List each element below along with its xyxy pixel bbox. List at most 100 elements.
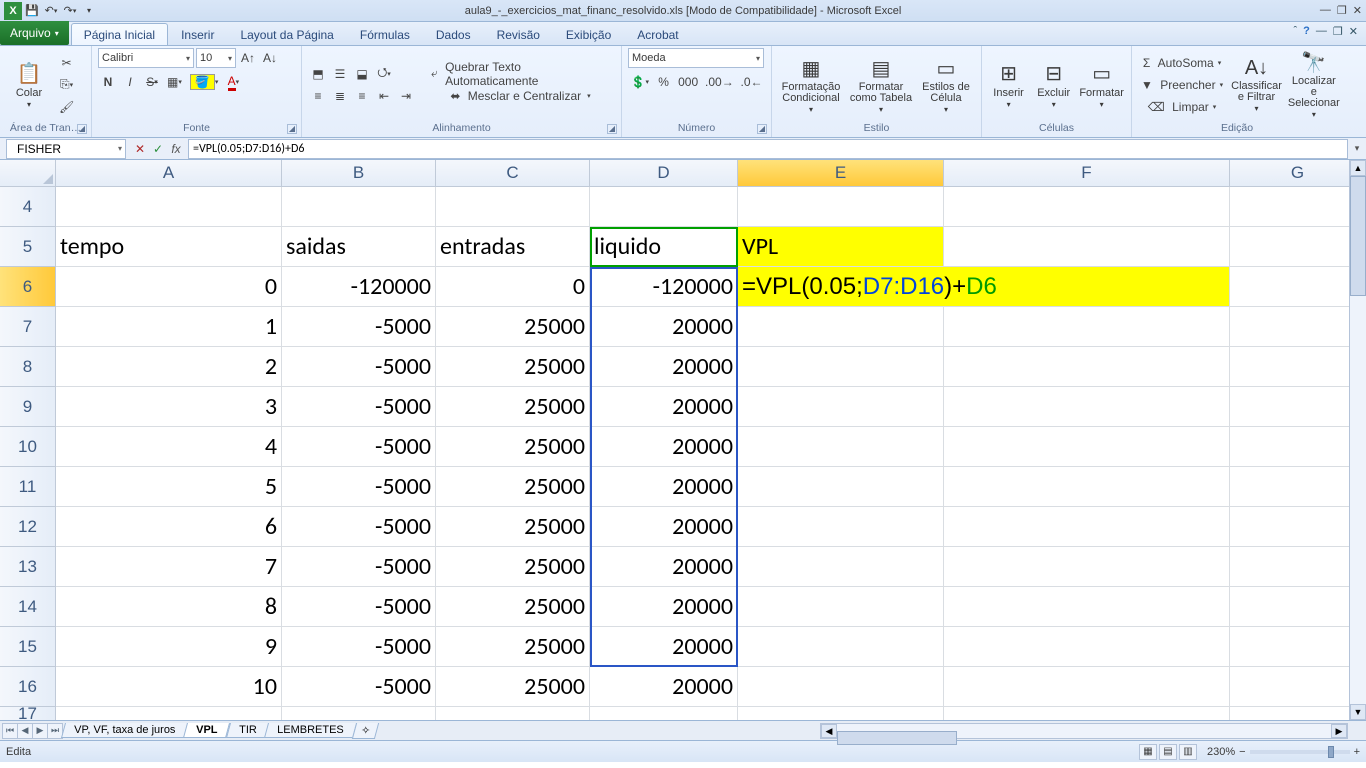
cell-G8[interactable] <box>1230 347 1366 387</box>
font-name-combo[interactable]: Calibri▾ <box>98 48 194 68</box>
cell-C6[interactable]: 0 <box>436 267 590 307</box>
cell-G13[interactable] <box>1230 547 1366 587</box>
file-tab[interactable]: Arquivo▾ <box>0 21 69 45</box>
scroll-down-icon[interactable]: ▼ <box>1350 704 1366 720</box>
sheet-tab[interactable]: TIR <box>226 723 270 738</box>
cell-F13[interactable] <box>944 547 1230 587</box>
clear-button[interactable]: ⌫ Limpar▾ <box>1138 97 1226 117</box>
paste-button[interactable]: 📋Colar▾ <box>6 52 52 118</box>
conditional-formatting-button[interactable]: ▦Formatação Condicional▾ <box>778 52 844 118</box>
sheet-nav-next-icon[interactable]: ▶ <box>32 723 48 739</box>
cell-G9[interactable] <box>1230 387 1366 427</box>
cell-G6[interactable] <box>1230 267 1366 307</box>
cell-A12[interactable]: 6 <box>56 507 282 547</box>
cell-D11[interactable]: 20000 <box>590 467 738 507</box>
cell-E11[interactable] <box>738 467 944 507</box>
dialog-launcher-icon[interactable]: ◢ <box>77 124 87 134</box>
delete-cells-button[interactable]: ⊟Excluir▾ <box>1033 52 1074 118</box>
format-as-table-button[interactable]: ▤Formatar como Tabela▾ <box>848 52 914 118</box>
row-header-5[interactable]: 5 <box>0 227 56 267</box>
cell-A5[interactable]: tempo <box>56 227 282 267</box>
zoom-level[interactable]: 230% <box>1207 746 1235 758</box>
sheet-tab-active[interactable]: VPL <box>183 723 230 738</box>
worksheet-grid[interactable]: A B C D E F G 45temposaidasentradasliqui… <box>0 160 1366 720</box>
tab-formulas[interactable]: Fórmulas <box>347 23 423 45</box>
dialog-launcher-icon[interactable]: ◢ <box>607 124 617 134</box>
font-color-icon[interactable]: A▾ <box>223 72 243 92</box>
zoom-out-icon[interactable]: − <box>1239 746 1245 758</box>
minimize-ribbon-icon[interactable]: ˆ <box>1294 25 1298 38</box>
align-right-icon[interactable]: ≡ <box>352 86 372 106</box>
enter-formula-icon[interactable]: ✓ <box>150 142 166 156</box>
sheet-tab[interactable]: VP, VF, taxa de juros <box>61 723 188 738</box>
cell-A11[interactable]: 5 <box>56 467 282 507</box>
cell-B16[interactable]: -5000 <box>282 667 436 707</box>
dialog-launcher-icon[interactable]: ◢ <box>757 124 767 134</box>
cell-D4[interactable] <box>590 187 738 227</box>
cell-D14[interactable]: 20000 <box>590 587 738 627</box>
cell-F9[interactable] <box>944 387 1230 427</box>
increase-indent-icon[interactable]: ⇥ <box>396 86 416 106</box>
comma-icon[interactable]: 000 <box>676 72 701 92</box>
orientation-icon[interactable]: ⭯▾ <box>374 64 394 84</box>
mdi-restore-icon[interactable]: ❐ <box>1333 25 1343 38</box>
cell-E9[interactable] <box>738 387 944 427</box>
cell-D13[interactable]: 20000 <box>590 547 738 587</box>
horizontal-scrollbar[interactable]: ◀ ▶ <box>820 723 1348 739</box>
cell-B8[interactable]: -5000 <box>282 347 436 387</box>
select-all-corner[interactable] <box>0 160 56 187</box>
copy-icon[interactable]: ⎘▾ <box>56 75 77 95</box>
scroll-right-icon[interactable]: ▶ <box>1331 724 1347 738</box>
cell-A6[interactable]: 0 <box>56 267 282 307</box>
cell-D15[interactable]: 20000 <box>590 627 738 667</box>
cell-C12[interactable]: 25000 <box>436 507 590 547</box>
cell-D12[interactable]: 20000 <box>590 507 738 547</box>
row-header-6[interactable]: 6 <box>0 267 56 307</box>
mdi-close-icon[interactable]: ✕ <box>1349 25 1358 38</box>
format-painter-icon[interactable]: 🖌 <box>56 97 77 117</box>
cell-F12[interactable] <box>944 507 1230 547</box>
cell-G11[interactable] <box>1230 467 1366 507</box>
decrease-decimal-icon[interactable]: .0← <box>738 72 765 92</box>
help-icon[interactable]: ? <box>1303 25 1310 38</box>
italic-button[interactable]: I <box>120 72 140 92</box>
normal-view-icon[interactable]: ▦ <box>1139 744 1157 760</box>
col-header-G[interactable]: G <box>1230 160 1366 187</box>
sheet-tab[interactable]: LEMBRETES <box>264 723 357 738</box>
tab-view[interactable]: Exibição <box>553 23 624 45</box>
scroll-up-icon[interactable]: ▲ <box>1350 160 1366 176</box>
cell-F10[interactable] <box>944 427 1230 467</box>
cell-E14[interactable] <box>738 587 944 627</box>
cell-F4[interactable] <box>944 187 1230 227</box>
close-icon[interactable]: ✕ <box>1353 4 1362 17</box>
col-header-B[interactable]: B <box>282 160 436 187</box>
number-format-combo[interactable]: Moeda▾ <box>628 48 764 68</box>
cell-C16[interactable]: 25000 <box>436 667 590 707</box>
zoom-slider[interactable] <box>1250 750 1350 754</box>
cell-B17[interactable] <box>282 707 436 720</box>
cell-B6[interactable]: -120000 <box>282 267 436 307</box>
cell-G14[interactable] <box>1230 587 1366 627</box>
cell-E5[interactable]: VPL <box>738 227 944 267</box>
cell-C13[interactable]: 25000 <box>436 547 590 587</box>
cut-icon[interactable]: ✂ <box>56 53 77 73</box>
cell-F7[interactable] <box>944 307 1230 347</box>
zoom-in-icon[interactable]: + <box>1354 746 1360 758</box>
hscroll-thumb[interactable] <box>837 731 957 745</box>
increase-decimal-icon[interactable]: .00→ <box>703 72 736 92</box>
cell-B10[interactable]: -5000 <box>282 427 436 467</box>
cell-A10[interactable]: 4 <box>56 427 282 467</box>
col-header-F[interactable]: F <box>944 160 1230 187</box>
col-header-D[interactable]: D <box>590 160 738 187</box>
row-header-12[interactable]: 12 <box>0 507 56 547</box>
cell-E6[interactable]: =VPL(0.05;D7:D16)+D6 <box>738 267 944 307</box>
cell-A8[interactable]: 2 <box>56 347 282 387</box>
cell-G5[interactable] <box>1230 227 1366 267</box>
cell-E10[interactable] <box>738 427 944 467</box>
align-top-icon[interactable]: ⬒ <box>308 64 328 84</box>
cell-C4[interactable] <box>436 187 590 227</box>
cell-D17[interactable] <box>590 707 738 720</box>
cell-B7[interactable]: -5000 <box>282 307 436 347</box>
col-header-C[interactable]: C <box>436 160 590 187</box>
mdi-min-icon[interactable]: — <box>1316 25 1327 38</box>
